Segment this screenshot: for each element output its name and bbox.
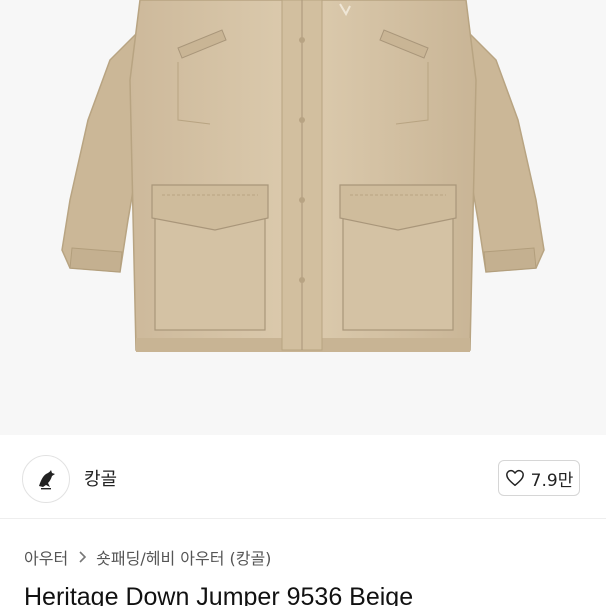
breadcrumb: 아우터 숏패딩/헤비 아우터 (캉골) [24,545,271,569]
brand-row: 캉골 7.9만 [0,435,606,519]
jacket-image [61,0,545,352]
breadcrumb-item-outer[interactable]: 아우터 [24,545,68,569]
like-button[interactable]: 7.9만 [498,460,580,496]
product-image[interactable] [0,0,606,435]
kangaroo-logo-icon[interactable] [22,455,70,503]
product-title: Heritage Down Jumper 9536 Beige [24,583,414,606]
breadcrumb-item-category[interactable]: 숏패딩/헤비 아우터 (캉골) [96,545,271,569]
heart-outline-icon [505,469,524,487]
like-count: 7.9만 [530,470,574,491]
brand-name[interactable]: 캉골 [84,465,117,491]
chevron-right-icon [79,551,87,563]
